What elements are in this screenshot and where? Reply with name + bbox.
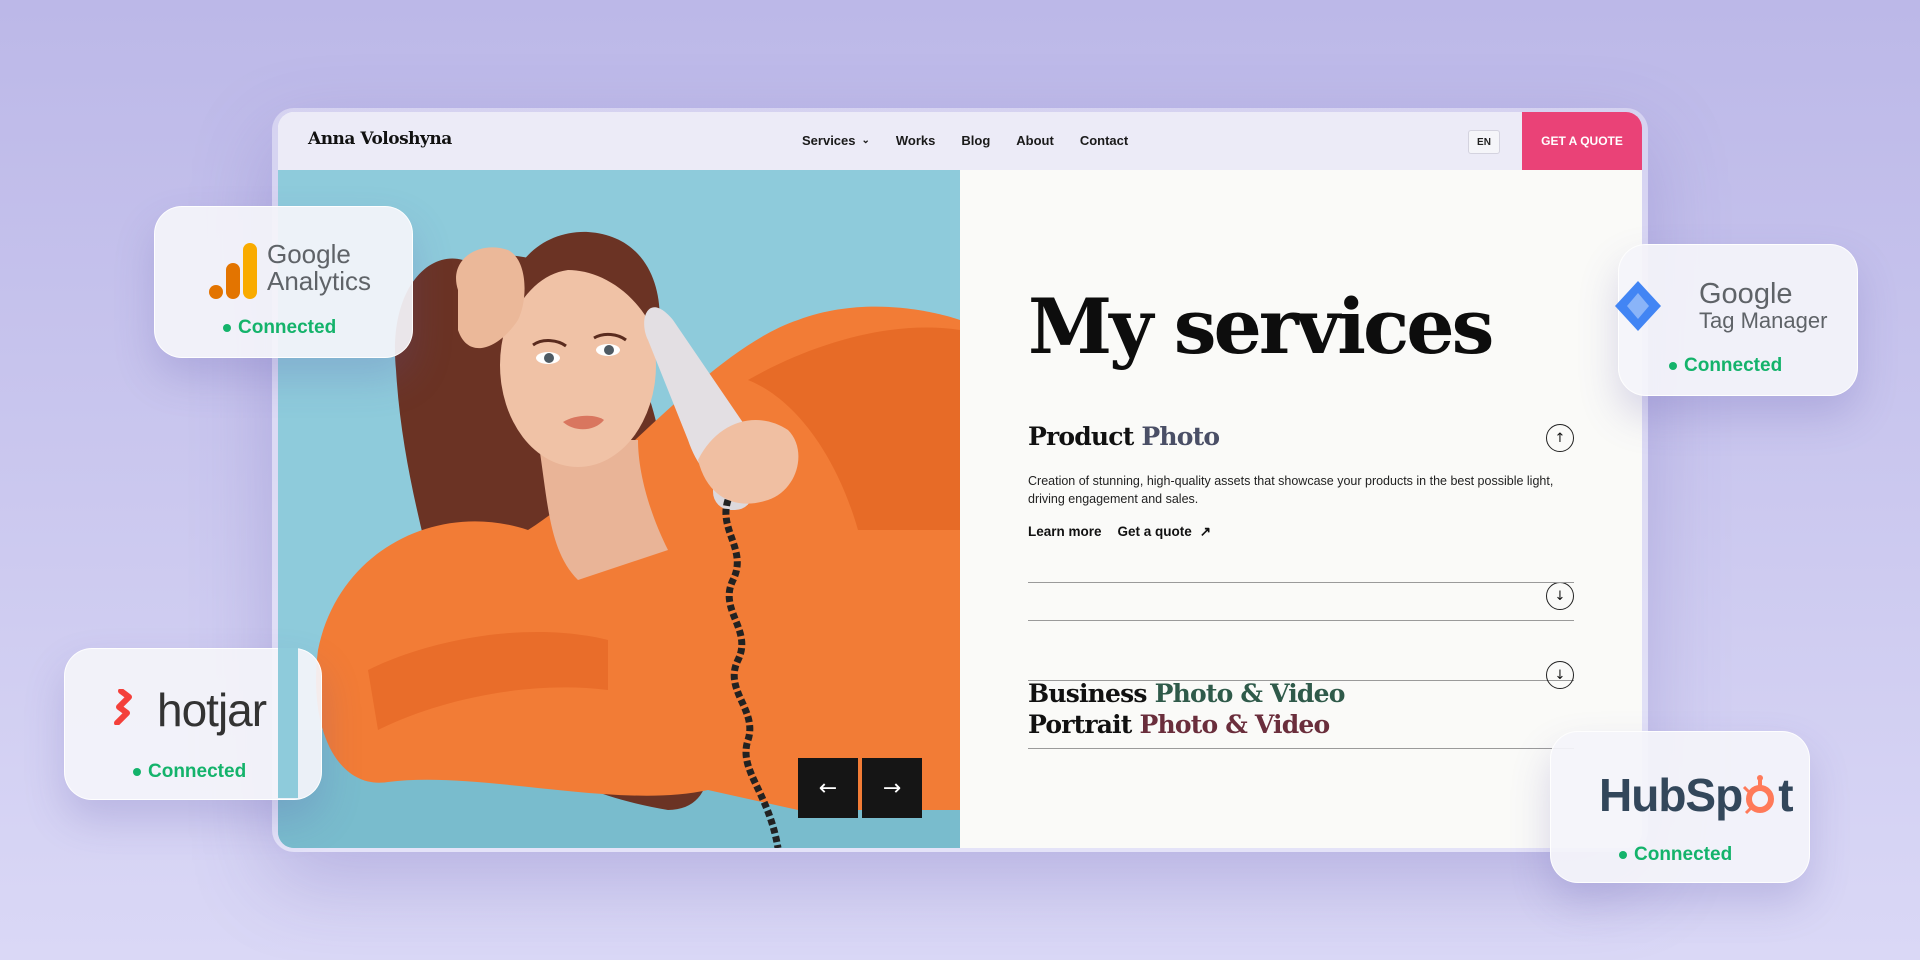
status-label: Connected xyxy=(148,761,247,782)
arrow-up-icon: ↑ xyxy=(1554,430,1566,446)
nav-blog[interactable]: Blog xyxy=(961,133,990,148)
status-label: Connected xyxy=(1684,355,1783,376)
site-brand[interactable]: Anna Voloshyna xyxy=(308,129,452,149)
expand-toggle-button[interactable]: ↓ xyxy=(1546,582,1574,610)
get-a-quote-button[interactable]: GET A QUOTE xyxy=(1522,112,1642,170)
ga-line2: Analytics xyxy=(267,266,372,297)
services-section: My services Product Photo ↑ Creation of … xyxy=(960,170,1642,848)
connection-status: Connected xyxy=(223,317,336,339)
service-title-word: Product xyxy=(1028,422,1134,451)
services-heading: My services xyxy=(1028,282,1494,371)
connection-status: Connected xyxy=(133,761,246,783)
collapse-toggle-button[interactable]: ↑ xyxy=(1546,424,1574,452)
prev-slide-button[interactable]: ← xyxy=(798,758,858,818)
chevron-down-icon: ⌄ xyxy=(861,135,870,146)
service-description: Creation of stunning, high-quality asset… xyxy=(1028,474,1554,506)
hubspot-logo-text: HubSp xyxy=(1599,769,1743,821)
website-preview: Anna Voloshyna Services ⌄ Works Blog Abo… xyxy=(278,112,1642,848)
language-selector[interactable]: EN xyxy=(1468,130,1500,154)
window-overlap-mask xyxy=(278,648,298,798)
service-title[interactable]: Product Photo xyxy=(1028,422,1574,451)
service-item-portrait: Portrait Photo & Video xyxy=(1028,618,1574,749)
nav-contact[interactable]: Contact xyxy=(1080,133,1128,148)
service-links: Learn more Get a quote ↗ xyxy=(1028,524,1211,540)
arrow-down-icon: ↓ xyxy=(1554,667,1566,683)
arrow-down-icon: ↓ xyxy=(1554,588,1566,604)
google-analytics-icon xyxy=(209,243,257,299)
connection-status: Connected xyxy=(1669,355,1782,377)
service-title[interactable]: Portrait Photo & Video xyxy=(1028,710,1330,739)
status-label: Connected xyxy=(238,317,337,338)
service-divider-2 xyxy=(1028,582,1574,583)
hubspot-logo-text-end: t xyxy=(1778,769,1793,821)
google-tag-manager-icon xyxy=(1615,281,1661,331)
google-analytics-card[interactable]: Google Analytics Connected xyxy=(154,206,413,358)
arrow-left-icon: ← xyxy=(818,775,838,801)
google-analytics-logo-text: Google Analytics xyxy=(267,239,372,297)
arrow-right-icon: → xyxy=(882,775,902,801)
hubspot-card[interactable]: HubSp t Connected xyxy=(1550,731,1810,883)
status-dot-icon xyxy=(223,324,231,332)
learn-more-link[interactable]: Learn more xyxy=(1028,524,1102,540)
gtm-line1: Google xyxy=(1699,278,1793,310)
get-a-quote-label: Get a quote xyxy=(1117,524,1192,539)
service-title-rest: Photo xyxy=(1133,422,1220,451)
hotjar-logo-text: hotjar xyxy=(157,684,267,736)
nav-works[interactable]: Works xyxy=(896,133,936,148)
gtm-logo-text: Google Tag Manager xyxy=(1699,279,1827,333)
hubspot-logo: HubSp t xyxy=(1599,768,1794,822)
site-navbar: Anna Voloshyna Services ⌄ Works Blog Abo… xyxy=(278,112,1642,171)
expand-toggle-button[interactable]: ↓ xyxy=(1546,661,1574,689)
next-slide-button[interactable]: → xyxy=(862,758,922,818)
hotjar-icon xyxy=(114,689,132,725)
ga-line1: Google xyxy=(267,239,351,269)
status-dot-icon xyxy=(1669,362,1677,370)
connection-status: Connected xyxy=(1619,844,1732,866)
service-title-rest: Photo & Video xyxy=(1131,710,1330,739)
status-dot-icon xyxy=(133,768,141,776)
hubspot-sprocket-icon xyxy=(1743,775,1775,815)
status-label: Connected xyxy=(1634,844,1733,865)
get-a-quote-link[interactable]: Get a quote ↗ xyxy=(1118,524,1212,540)
gtm-line2: Tag Manager xyxy=(1699,308,1828,334)
nav-about[interactable]: About xyxy=(1016,133,1054,148)
nav-services[interactable]: Services ⌄ xyxy=(802,133,870,148)
nav-services-label: Services xyxy=(802,133,856,148)
nav-links: Services ⌄ Works Blog About Contact xyxy=(802,133,1128,148)
service-title-word: Portrait xyxy=(1028,710,1132,739)
arrow-up-right-icon: ↗ xyxy=(1199,524,1212,539)
status-dot-icon xyxy=(1619,851,1627,859)
service-item-product-photo: Product Photo ↑ Creation of stunning, hi… xyxy=(1028,422,1574,621)
google-tag-manager-card[interactable]: Google Tag Manager Connected xyxy=(1615,244,1858,396)
